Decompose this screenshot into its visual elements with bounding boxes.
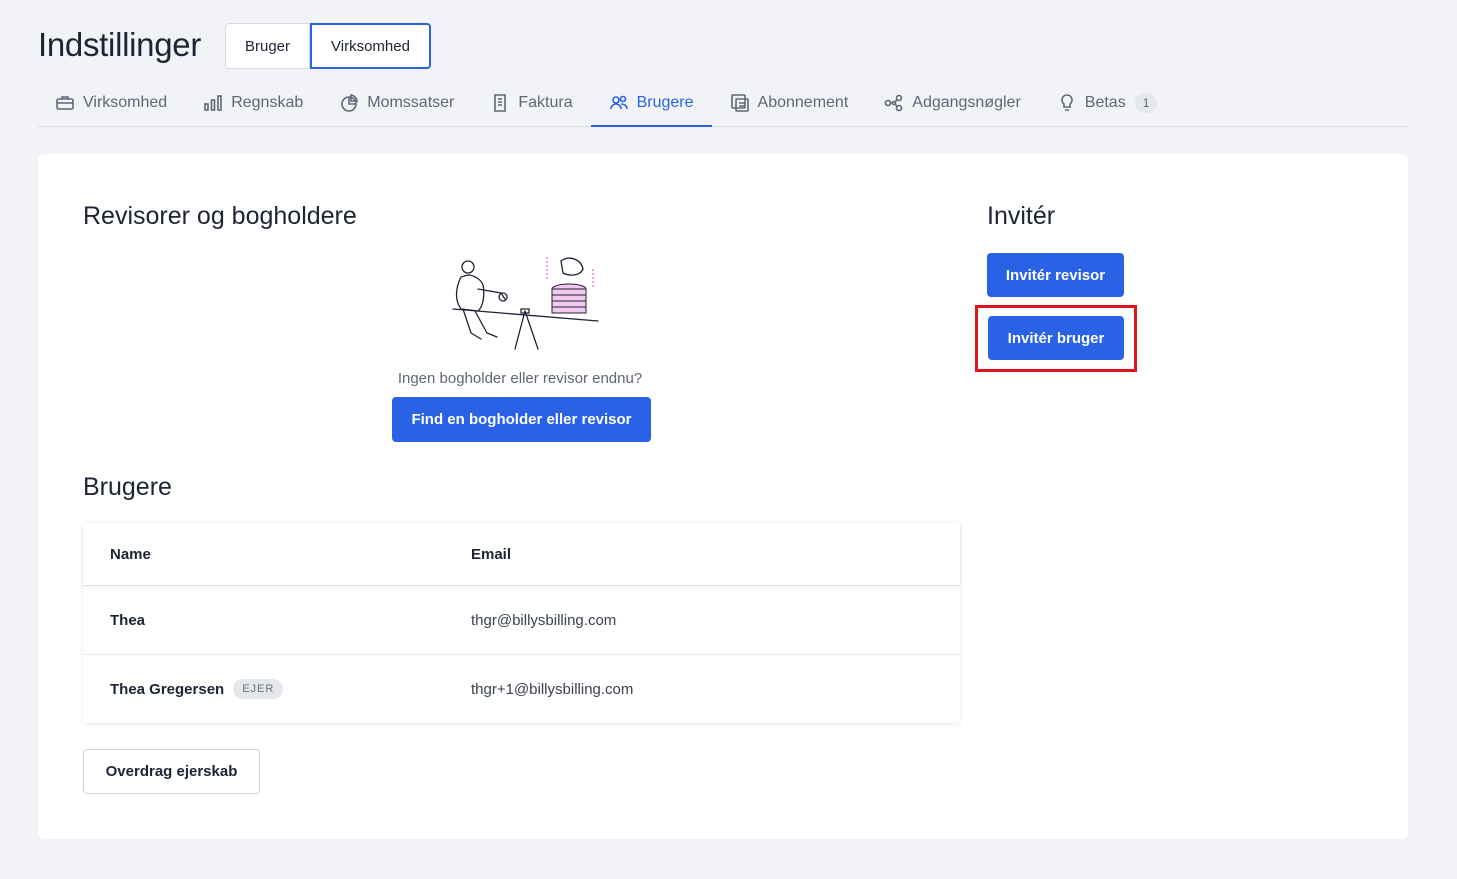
accountants-heading: Revisorer og bogholdere [83, 202, 357, 230]
tab-label: Brugere [636, 93, 694, 111]
tab-momssatser[interactable]: Momssatser [321, 79, 472, 126]
tab-label: Adgangsnøgler [912, 93, 1021, 111]
user-name: Thea [110, 611, 146, 629]
betas-count-badge: 1 [1134, 92, 1158, 113]
transfer-ownership-button[interactable]: Overdrag ejerskab [83, 749, 260, 794]
column-header-email: Email [471, 545, 512, 563]
users-heading: Brugere [83, 473, 172, 501]
page-title: Indstillinger [38, 26, 202, 63]
user-email: thgr+1@billysbilling.com [471, 680, 634, 698]
copy-icon [730, 93, 749, 112]
bar-chart-icon [204, 94, 222, 111]
tab-adgangsnoegler[interactable]: Adgangsnøgler [866, 79, 1039, 126]
invite-accountant-button[interactable]: Invitér revisor [987, 253, 1124, 297]
user-email: thgr@billysbilling.com [471, 611, 617, 629]
no-accountant-text: Ingen bogholder eller revisor endnu? [397, 370, 643, 387]
table-header: Name Email [83, 523, 960, 585]
document-icon [494, 93, 507, 112]
scope-company-button[interactable]: Virksomhed [310, 23, 431, 69]
pie-chart-icon [341, 93, 359, 112]
table-row[interactable]: Thea Gregersen EJER thgr+1@billysbilling… [83, 654, 960, 723]
scope-toggle: Bruger Virksomhed [225, 23, 431, 69]
tab-betas[interactable]: Betas 1 [1039, 79, 1176, 126]
tab-regnskab[interactable]: Regnskab [185, 79, 321, 126]
invite-user-button[interactable]: Invitér bruger [988, 316, 1124, 360]
table-row[interactable]: Thea thgr@billysbilling.com [83, 585, 960, 654]
tab-virksomhed[interactable]: Virksomhed [38, 79, 185, 126]
tab-abonnement[interactable]: Abonnement [712, 79, 867, 126]
share-nodes-icon [884, 94, 903, 111]
find-accountant-button[interactable]: Find en bogholder eller revisor [392, 397, 651, 442]
briefcase-icon [56, 95, 74, 110]
tab-label: Betas [1084, 93, 1126, 111]
tab-label: Regnskab [231, 93, 304, 111]
seesaw-illustration [452, 257, 599, 350]
users-settings-card: Revisorer og bogholdere Ingen bogholder … [38, 154, 1408, 839]
invite-heading: Invitér [987, 202, 1056, 230]
users-table: Name Email Thea thgr@billysbilling.com T… [83, 523, 960, 723]
settings-tabs: Virksomhed Regnskab Momssatser Faktura B… [38, 79, 1408, 127]
tab-brugere[interactable]: Brugere [590, 79, 712, 127]
owner-badge: EJER [233, 679, 284, 699]
tab-label: Faktura [518, 93, 573, 111]
tab-label: Abonnement [757, 93, 849, 111]
lightbulb-icon [1061, 93, 1073, 111]
users-icon [609, 95, 628, 109]
tab-label: Virksomhed [83, 93, 168, 111]
tab-label: Momssatser [367, 93, 455, 111]
user-name: Thea Gregersen [110, 680, 225, 698]
tab-faktura[interactable]: Faktura [472, 79, 590, 126]
scope-user-button[interactable]: Bruger [225, 23, 311, 69]
column-header-name: Name [110, 545, 151, 563]
